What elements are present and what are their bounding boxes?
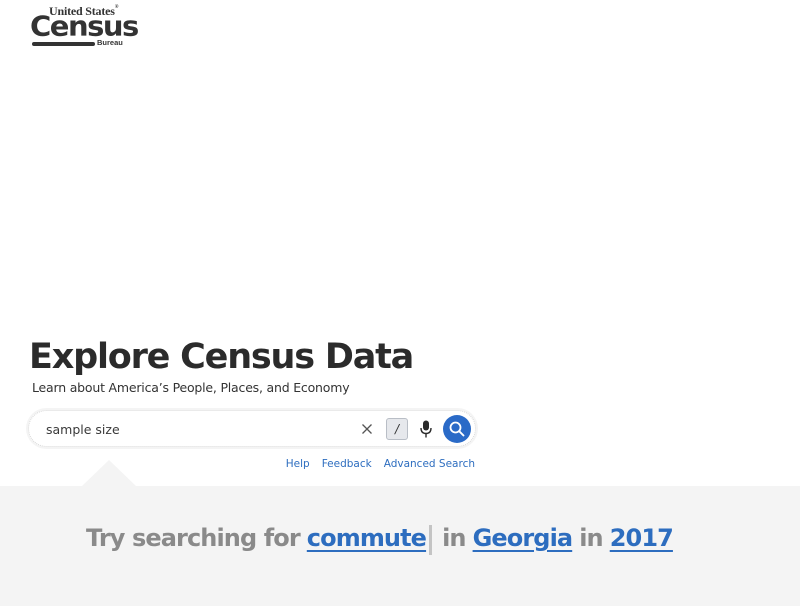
search-suggestion: Try searching for commute in Georgia in … — [86, 524, 674, 555]
logo-census: Census — [30, 9, 139, 43]
suggestion-year-link[interactable]: 2017 — [610, 524, 674, 552]
search-submit-button[interactable] — [443, 415, 471, 443]
clear-search-button[interactable] — [358, 420, 376, 438]
suggestion-in-text-2: in — [579, 524, 603, 552]
voice-search-button[interactable] — [418, 419, 434, 439]
suggestion-prefix: Try searching for — [86, 524, 301, 552]
microphone-icon — [420, 420, 432, 438]
search-links: Help Feedback Advanced Search — [286, 458, 475, 470]
suggestion-place-link[interactable]: Georgia — [473, 524, 574, 552]
band-pointer — [82, 460, 136, 486]
suggestion-in-text: in — [442, 524, 466, 552]
page-subtitle: Learn about America’s People, Places, an… — [32, 380, 350, 395]
page: United States® Census Bureau Explore Cen… — [0, 0, 800, 606]
page-title: Explore Census Data — [29, 337, 414, 377]
feedback-link[interactable]: Feedback — [322, 458, 372, 470]
search-bar: / — [28, 410, 476, 447]
logo-bureau: Bureau — [97, 38, 123, 47]
logo-bar — [32, 42, 95, 46]
typing-caret — [429, 525, 433, 555]
search-icon — [449, 421, 465, 437]
search-input[interactable] — [46, 419, 346, 439]
advanced-search-link[interactable]: Advanced Search — [384, 458, 475, 470]
keyboard-shortcut-hint: / — [386, 418, 408, 440]
suggestion-topic-link[interactable]: commute — [307, 524, 427, 552]
close-icon — [362, 424, 372, 434]
help-link[interactable]: Help — [286, 458, 310, 470]
census-logo[interactable]: United States® Census Bureau — [30, 4, 139, 47]
